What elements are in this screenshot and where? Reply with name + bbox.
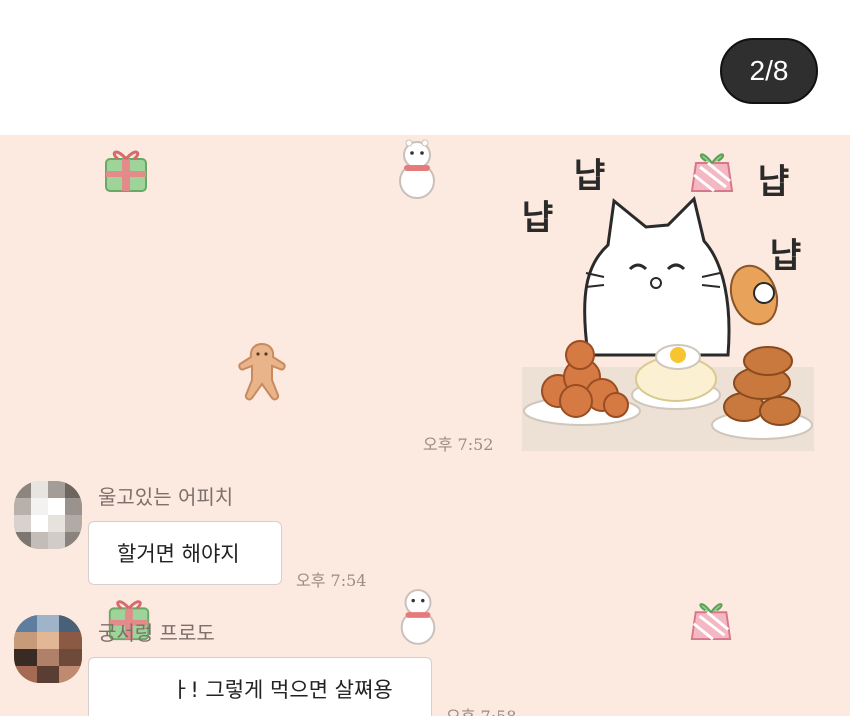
message-bubble[interactable]: 할거면 해야지	[88, 521, 282, 585]
gift-icon	[105, 150, 147, 192]
avatar[interactable]	[14, 615, 82, 683]
snowman-icon	[400, 589, 436, 645]
avatar[interactable]	[14, 481, 82, 549]
chat-room[interactable]: 냡 냡 냡 냡 오후 7:52 울고있는 어피치 할거면 해야지 오후 7:54…	[0, 135, 850, 716]
sender-name: 울고있는 어피치	[98, 485, 234, 509]
image-viewer-header: 2/8	[0, 0, 850, 135]
message-timestamp: 오후 7:54	[296, 571, 367, 590]
gingerbread-icon	[238, 342, 286, 401]
sticker-timestamp: 오후 7:52	[423, 435, 494, 454]
message-bubble[interactable]: ㅏ! 그렇게 먹으면 살쪄용	[88, 657, 432, 716]
message-text: ㅏ! 그렇게 먹으면 살쪄용	[171, 678, 393, 702]
present-icon	[690, 603, 732, 641]
message-timestamp: 오후 7:58	[446, 703, 516, 716]
page-counter: 2/8	[720, 38, 818, 104]
cat-sticker: 냡 냡 냡 냡	[522, 156, 814, 451]
sticker-sound-text: 냡	[758, 162, 789, 202]
sticker-sound-text: 냡	[770, 236, 801, 276]
snowman-icon	[399, 139, 435, 199]
sticker-sound-text: 냡	[574, 156, 605, 196]
message-text: 할거면 해야지	[117, 542, 240, 566]
sticker-sound-text: 냡	[522, 198, 553, 238]
sender-name: 궁서렁 프로도	[98, 621, 215, 645]
